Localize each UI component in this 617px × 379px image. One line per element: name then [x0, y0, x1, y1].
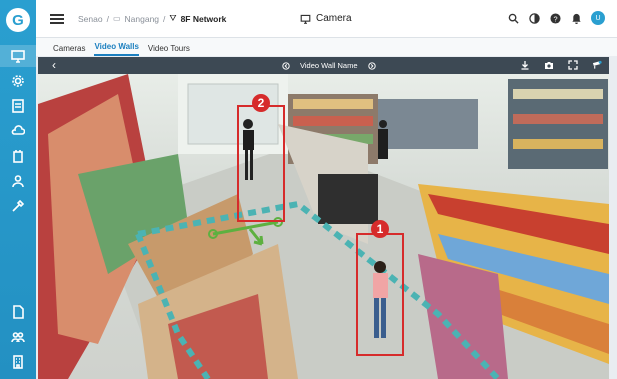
tab-video-walls[interactable]: Video Walls [94, 42, 139, 56]
sidebar-item-devices[interactable] [0, 145, 36, 167]
detection-badge: 1 [371, 220, 389, 238]
search-icon[interactable] [507, 12, 520, 25]
sidebar-bottom [0, 298, 36, 373]
sidebar-item-tools[interactable] [0, 195, 36, 217]
breadcrumb-item-network[interactable]: 8F Network [181, 14, 227, 24]
avatar[interactable]: U [591, 11, 605, 25]
video-wall-name: Video Wall Name [300, 61, 358, 70]
sidebar-item-reports[interactable] [0, 95, 36, 117]
menu-icon[interactable] [50, 13, 64, 24]
folder-icon: ▭ [112, 14, 121, 23]
detection-box[interactable] [237, 105, 285, 222]
network-icon: ⛛ [169, 13, 177, 23]
bell-icon[interactable] [570, 12, 583, 25]
app-logo[interactable]: G [6, 8, 30, 32]
top-icons: ? U [507, 11, 605, 25]
sidebar: G [0, 0, 36, 379]
download-icon[interactable] [520, 60, 530, 70]
fullscreen-icon[interactable] [568, 60, 578, 70]
detection-box[interactable] [356, 233, 404, 356]
sidebar-item-cloud[interactable] [0, 120, 36, 142]
report-icon [12, 99, 24, 113]
viewer-toolbar: ‹ Video Wall Name [38, 57, 609, 74]
camera-icon[interactable] [544, 60, 554, 70]
page-title: Camera [300, 13, 352, 24]
breadcrumb-separator: / [163, 13, 166, 24]
back-icon[interactable]: ‹ [52, 58, 56, 72]
breadcrumb-item-org[interactable]: Senao [78, 14, 103, 24]
sidebar-item-building[interactable] [0, 351, 36, 373]
store-scene [38, 74, 609, 379]
page-title-text: Camera [316, 13, 352, 24]
sidebar-item-team[interactable] [0, 326, 36, 348]
document-icon [13, 305, 24, 319]
help-icon[interactable]: ? [549, 12, 562, 25]
camera-feed: 2 1 [38, 74, 609, 379]
theme-icon[interactable] [528, 12, 541, 25]
tab-video-tours[interactable]: Video Tours [148, 44, 190, 56]
user-icon [12, 175, 24, 188]
monitor-icon [300, 14, 311, 24]
sidebar-item-documents[interactable] [0, 301, 36, 323]
tab-bar: Cameras Video Walls Video Tours [36, 38, 617, 56]
prev-icon[interactable] [282, 61, 290, 70]
detection-badge: 2 [252, 94, 270, 112]
breadcrumb: Senao / ▭ Nangang / ⛛ 8F Network [78, 13, 226, 24]
svg-text:?: ? [553, 14, 557, 23]
gear-icon [12, 75, 24, 87]
sidebar-item-users[interactable] [0, 170, 36, 192]
breadcrumb-item-site[interactable]: Nangang [125, 14, 160, 24]
next-icon[interactable] [367, 61, 376, 70]
team-icon [11, 332, 25, 343]
wall-name-group: Video Wall Name [282, 61, 376, 70]
tab-cameras[interactable]: Cameras [53, 44, 85, 56]
top-bar: Senao / ▭ Nangang / ⛛ 8F Network Camera … [36, 0, 617, 38]
building-icon [13, 355, 23, 369]
cctv-settings-icon[interactable] [592, 60, 602, 70]
viewer-icons [520, 60, 602, 70]
sidebar-item-monitor[interactable] [0, 45, 36, 67]
tools-icon [12, 199, 25, 212]
device-icon [13, 150, 23, 163]
sidebar-item-settings[interactable] [0, 70, 36, 92]
monitor-icon [11, 50, 25, 63]
cloud-icon [11, 125, 25, 135]
video-viewer: ‹ Video Wall Name 2 1 [38, 57, 609, 379]
breadcrumb-separator: / [106, 13, 109, 24]
